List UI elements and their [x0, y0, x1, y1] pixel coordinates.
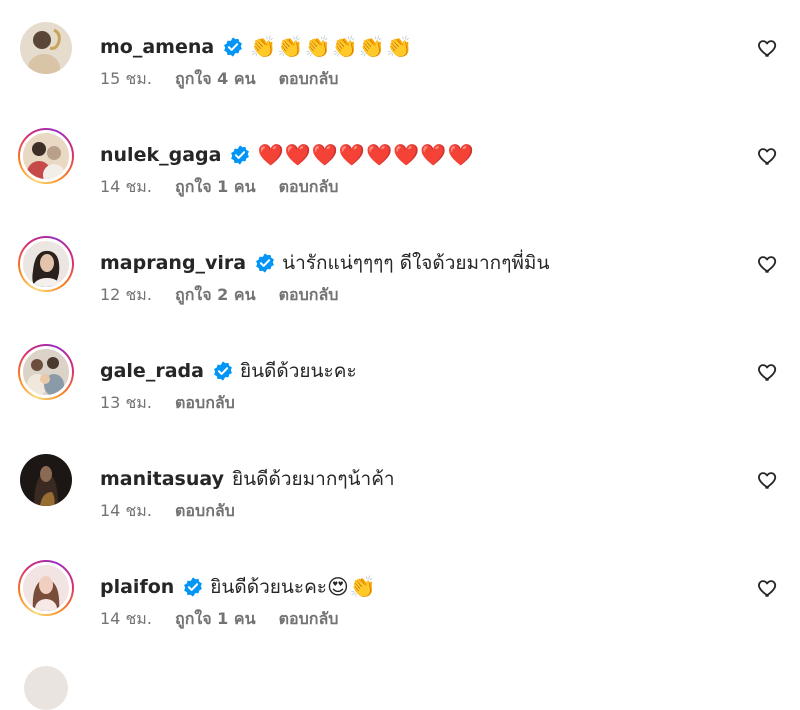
- avatar[interactable]: [18, 128, 74, 184]
- likes-count[interactable]: ถูกใจ 1 คน: [175, 177, 255, 196]
- comment-item: nulek_gaga ❤️❤️❤️❤️❤️❤️❤️❤️ 14 ชม. ถูกใจ…: [0, 128, 800, 228]
- verified-badge-icon: [231, 145, 250, 165]
- username-link[interactable]: mo_amena: [100, 34, 214, 60]
- avatar[interactable]: [18, 560, 74, 616]
- comment-text: ยินดีด้วยมากๆน้าค้า: [232, 468, 395, 490]
- comment-line: mo_amena 👏👏👏👏👏👏: [100, 34, 413, 60]
- comment-meta: 13 ชม. ตอบกลับ: [100, 391, 253, 416]
- reply-button[interactable]: ตอบกลับ: [175, 501, 235, 520]
- comment-meta: 15 ชม. ถูกใจ 4 คน ตอบกลับ: [100, 67, 356, 92]
- avatar[interactable]: [18, 236, 74, 292]
- comment-time: 12 ชม.: [100, 285, 152, 304]
- avatar[interactable]: [18, 344, 74, 400]
- comment-item: mo_amena 👏👏👏👏👏👏 15 ชม. ถูกใจ 4 คน ตอบกลั…: [0, 20, 800, 120]
- avatar[interactable]: [18, 452, 74, 508]
- heart-outline-icon[interactable]: [757, 253, 779, 275]
- username-link[interactable]: plaifon: [100, 574, 174, 600]
- reply-button[interactable]: ตอบกลับ: [279, 609, 339, 628]
- verified-badge-icon: [184, 577, 203, 597]
- comment-item: plaifon ยินดีด้วยนะคะ 😍👏 14 ชม. ถูกใจ 1 …: [0, 560, 800, 660]
- heart-outline-icon[interactable]: [757, 145, 779, 167]
- heart-outline-icon[interactable]: [757, 469, 779, 491]
- comment-emoji: ❤️❤️❤️❤️❤️❤️❤️❤️: [257, 143, 475, 167]
- comment-time: 15 ชม.: [100, 69, 152, 88]
- username-link[interactable]: gale_rada: [100, 358, 204, 384]
- comment-line: nulek_gaga ❤️❤️❤️❤️❤️❤️❤️❤️: [100, 142, 475, 168]
- verified-badge-icon: [214, 361, 232, 381]
- comment-text: ยินดีด้วยนะคะ: [210, 576, 328, 598]
- comment-emoji: 😍👏: [327, 575, 378, 599]
- username-link[interactable]: maprang_vira: [100, 250, 246, 276]
- comment-time: 13 ชม.: [100, 393, 152, 412]
- username-link[interactable]: manitasuay: [100, 466, 224, 492]
- comment-item: maprang_vira น่ารักแน่ๆๆๆๆ ดีใจด้วยมากๆพ…: [0, 236, 800, 336]
- comment-item: manitasuay ยินดีด้วยมากๆน้าค้า 14 ชม. ตอ…: [0, 452, 800, 552]
- heart-outline-icon[interactable]: [757, 37, 779, 59]
- comment-time: 14 ชม.: [100, 609, 152, 628]
- comment-time: 14 ชม.: [100, 177, 152, 196]
- comment-text: ยินดีด้วยนะคะ: [239, 360, 357, 382]
- heart-outline-icon[interactable]: [757, 361, 779, 383]
- comment-item: gale_rada ยินดีด้วยนะคะ 13 ชม. ตอบกลับ: [0, 344, 800, 444]
- comment-meta: 14 ชม. ตอบกลับ: [100, 499, 253, 524]
- likes-count[interactable]: ถูกใจ 1 คน: [175, 609, 255, 628]
- comment-line: manitasuay ยินดีด้วยมากๆน้าค้า: [100, 466, 395, 492]
- comment-meta: 14 ชม. ถูกใจ 1 คน ตอบกลับ: [100, 607, 356, 632]
- comment-text: น่ารักแน่ๆๆๆๆ ดีใจด้วยมากๆพี่มิน: [282, 252, 550, 274]
- username-link[interactable]: nulek_gaga: [100, 142, 221, 168]
- heart-outline-icon[interactable]: [757, 577, 779, 599]
- comment-meta: 12 ชม. ถูกใจ 2 คน ตอบกลับ: [100, 283, 356, 308]
- reply-button[interactable]: ตอบกลับ: [279, 69, 339, 88]
- comment-line: plaifon ยินดีด้วยนะคะ 😍👏: [100, 574, 377, 600]
- likes-count[interactable]: ถูกใจ 2 คน: [175, 285, 255, 304]
- comment-emoji: 👏👏👏👏👏👏: [250, 35, 414, 59]
- reply-button[interactable]: ตอบกลับ: [279, 285, 339, 304]
- comment-line: gale_rada ยินดีด้วยนะคะ: [100, 358, 357, 384]
- comment-line: maprang_vira น่ารักแน่ๆๆๆๆ ดีใจด้วยมากๆพ…: [100, 250, 549, 276]
- comment-meta: 14 ชม. ถูกใจ 1 คน ตอบกลับ: [100, 175, 356, 200]
- comment-time: 14 ชม.: [100, 501, 152, 520]
- reply-button[interactable]: ตอบกลับ: [175, 393, 235, 412]
- reply-button[interactable]: ตอบกลับ: [279, 177, 339, 196]
- verified-badge-icon: [256, 253, 275, 273]
- likes-count[interactable]: ถูกใจ 4 คน: [175, 69, 255, 88]
- verified-badge-icon: [224, 37, 243, 57]
- avatar[interactable]: [18, 20, 74, 76]
